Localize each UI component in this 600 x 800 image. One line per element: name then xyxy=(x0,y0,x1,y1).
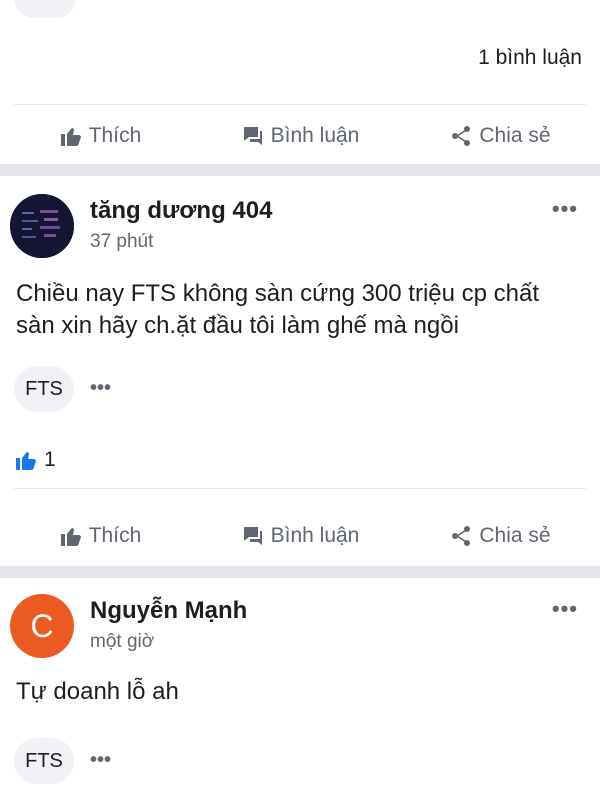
like-label: Thích xyxy=(88,524,142,547)
thumbs-up-icon xyxy=(60,528,81,546)
action-bar: Thích Bình luận Chia sẻ xyxy=(0,508,600,564)
previous-tag-chip[interactable] xyxy=(14,0,76,18)
action-bar: Thích Bình luận Chia sẻ xyxy=(0,108,600,164)
like-button[interactable]: Thích xyxy=(0,524,200,548)
post-separator xyxy=(0,566,600,578)
like-label: Thích xyxy=(88,124,142,147)
avatar[interactable]: C xyxy=(10,594,74,658)
like-button[interactable]: Thích xyxy=(0,124,200,148)
share-label: Chia sẻ xyxy=(479,124,551,147)
share-button[interactable]: Chia sẻ xyxy=(400,524,600,548)
share-icon xyxy=(452,126,471,146)
comment-icon xyxy=(243,527,262,545)
divider xyxy=(14,104,586,105)
tag-chip[interactable]: FTS xyxy=(14,366,74,412)
comment-count[interactable]: 1 bình luận xyxy=(478,46,582,70)
comment-button[interactable]: Bình luận xyxy=(200,124,400,148)
divider xyxy=(14,488,586,489)
comment-button[interactable]: Bình luận xyxy=(200,524,400,548)
share-label: Chia sẻ xyxy=(479,524,551,547)
more-icon[interactable]: ••• xyxy=(552,596,578,622)
share-icon xyxy=(452,526,471,546)
author-name[interactable]: tăng dương 404 xyxy=(90,197,272,225)
like-count: 1 xyxy=(44,448,56,471)
post-time[interactable]: một giờ xyxy=(90,631,154,653)
more-icon[interactable]: ••• xyxy=(90,749,111,772)
like-reaction-icon xyxy=(16,452,36,470)
post-text: Tự doanh lỗ ah xyxy=(16,678,179,705)
avatar[interactable] xyxy=(10,194,74,258)
post-separator xyxy=(0,164,600,176)
post-text: Chiều nay FTS không sàn cứng 300 triệu c… xyxy=(16,280,540,339)
more-icon[interactable]: ••• xyxy=(90,377,111,400)
comment-label: Bình luận xyxy=(270,524,360,547)
more-icon[interactable]: ••• xyxy=(552,196,578,222)
reaction-summary[interactable]: 1 xyxy=(14,448,56,472)
avatar-image xyxy=(10,194,74,258)
thumbs-up-icon xyxy=(60,128,81,146)
post-time[interactable]: 37 phút xyxy=(90,231,153,253)
share-button[interactable]: Chia sẻ xyxy=(400,124,600,148)
comment-label: Bình luận xyxy=(270,124,360,147)
author-name[interactable]: Nguyễn Mạnh xyxy=(90,597,247,625)
comment-icon xyxy=(243,127,262,145)
tag-chip[interactable]: FTS xyxy=(14,738,74,784)
